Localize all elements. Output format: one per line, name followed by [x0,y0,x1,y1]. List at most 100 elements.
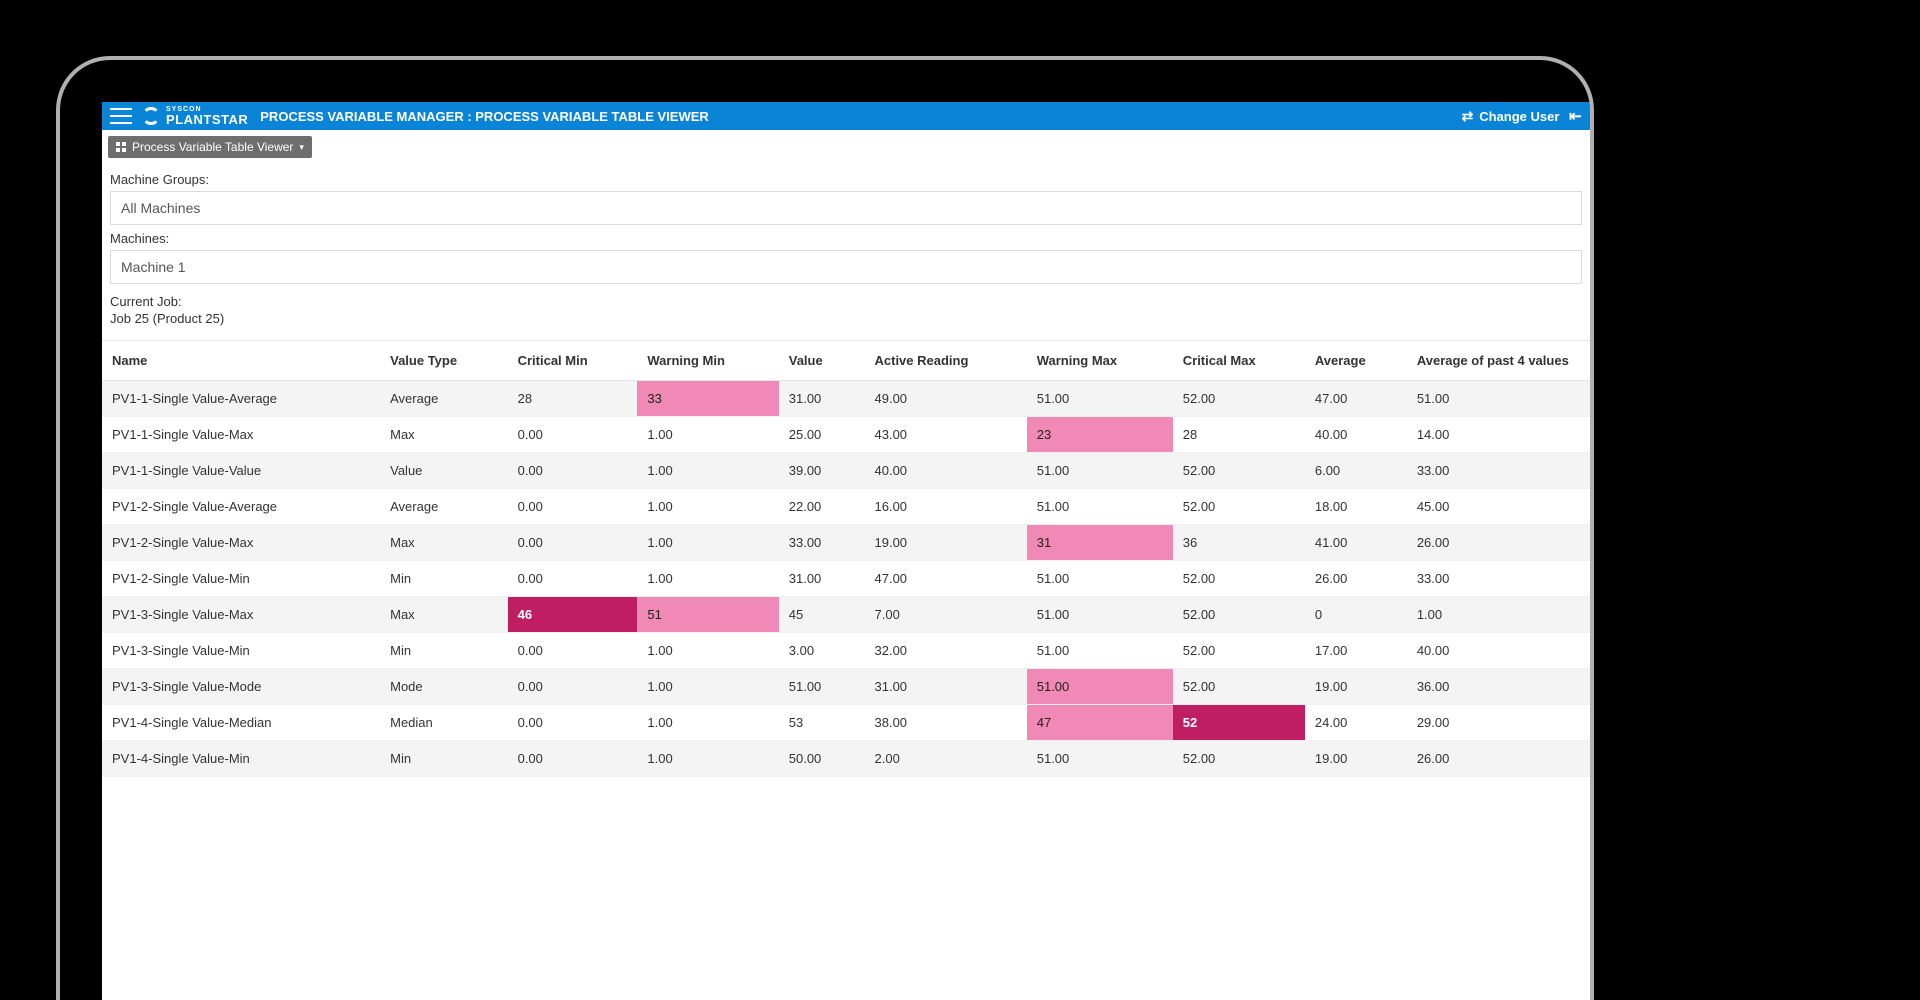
chevron-down-icon: ▾ [299,142,304,153]
cell: 47.00 [865,561,1027,597]
cell: 0.00 [508,453,638,489]
cell: Min [380,741,507,777]
cell: 41.00 [1305,525,1407,561]
cell: 25.00 [779,417,865,453]
filters: Machine Groups: All Machines Machines: M… [102,162,1590,332]
cell: 51.00 [1027,561,1173,597]
table-body: PV1-1-Single Value-AverageAverage283331.… [102,381,1590,777]
cell: 33.00 [779,525,865,561]
cell: 33.00 [1407,561,1590,597]
col-0[interactable]: Name [102,341,380,381]
cell: 1.00 [637,705,778,741]
cell: 33 [637,381,778,417]
cell: PV1-1-Single Value-Value [102,453,380,489]
cell: 52.00 [1173,741,1305,777]
view-selector[interactable]: Process Variable Table Viewer ▾ [108,136,312,158]
cell: PV1-4-Single Value-Median [102,705,380,741]
table-row: PV1-1-Single Value-MaxMax0.001.0025.0043… [102,417,1590,453]
cell: 14.00 [1407,417,1590,453]
table-row: PV1-2-Single Value-MinMin0.001.0031.0047… [102,561,1590,597]
cell: 40.00 [1407,633,1590,669]
sign-out-icon[interactable] [1569,107,1582,125]
cell: 0.00 [508,633,638,669]
cell: 32.00 [865,633,1027,669]
col-8[interactable]: Average [1305,341,1407,381]
cell: 51.00 [1027,741,1173,777]
col-2[interactable]: Critical Min [508,341,638,381]
change-user-label: Change User [1479,109,1559,124]
cell: 45 [779,597,865,633]
table-head: NameValue TypeCritical MinWarning MinVal… [102,341,1590,381]
cell: 45.00 [1407,489,1590,525]
cell: PV1-1-Single Value-Average [102,381,380,417]
cell: PV1-3-Single Value-Min [102,633,380,669]
cell: 1.00 [1407,597,1590,633]
cell: 26.00 [1407,525,1590,561]
cell: 52.00 [1173,489,1305,525]
cell: 3.00 [779,633,865,669]
machines-label: Machines: [110,231,1582,246]
cell: 47 [1027,705,1173,741]
cell: 17.00 [1305,633,1407,669]
cell: PV1-2-Single Value-Average [102,489,380,525]
cell: 0.00 [508,417,638,453]
cell: 31.00 [779,381,865,417]
change-user-button[interactable]: Change User [1461,108,1559,125]
col-5[interactable]: Active Reading [865,341,1027,381]
col-1[interactable]: Value Type [380,341,507,381]
cell: PV1-3-Single Value-Max [102,597,380,633]
col-4[interactable]: Value [779,341,865,381]
cell: 31.00 [779,561,865,597]
menu-icon[interactable] [110,108,132,124]
col-6[interactable]: Warning Max [1027,341,1173,381]
cell: 52.00 [1173,669,1305,705]
machine-groups-select[interactable]: All Machines [110,191,1582,225]
cell: Min [380,633,507,669]
table-row: PV1-2-Single Value-AverageAverage0.001.0… [102,489,1590,525]
grid-icon [116,142,126,152]
cell: 51.00 [779,669,865,705]
cell: 52.00 [1173,381,1305,417]
machines-select[interactable]: Machine 1 [110,250,1582,284]
cell: 39.00 [779,453,865,489]
cell: 0.00 [508,489,638,525]
cell: 1.00 [637,741,778,777]
cell: 52.00 [1173,561,1305,597]
app-window: SYSCON PLANTSTAR PROCESS VARIABLE MANAGE… [102,102,1590,1000]
cell: 6.00 [1305,453,1407,489]
table-row: PV1-3-Single Value-MaxMax4651457.0051.00… [102,597,1590,633]
current-job-label: Current Job: [110,294,1582,309]
table-row: PV1-3-Single Value-ModeMode0.001.0051.00… [102,669,1590,705]
cell: 51.00 [1027,453,1173,489]
cell: 46 [508,597,638,633]
cell: 7.00 [865,597,1027,633]
current-job-value: Job 25 (Product 25) [110,311,1582,326]
cell: PV1-4-Single Value-Min [102,741,380,777]
cell: PV1-2-Single Value-Max [102,525,380,561]
cell: Average [380,489,507,525]
cell: Median [380,705,507,741]
cell: 19.00 [1305,669,1407,705]
cell: 1.00 [637,489,778,525]
data-table: NameValue TypeCritical MinWarning MinVal… [102,341,1590,777]
top-bar: SYSCON PLANTSTAR PROCESS VARIABLE MANAGE… [102,102,1590,130]
cell: 1.00 [637,417,778,453]
col-9[interactable]: Average of past 4 values [1407,341,1590,381]
cell: 0.00 [508,741,638,777]
cell: 24.00 [1305,705,1407,741]
cell: 31.00 [865,669,1027,705]
cell: 26.00 [1305,561,1407,597]
cell: 51 [637,597,778,633]
cell: PV1-2-Single Value-Min [102,561,380,597]
cell: Min [380,561,507,597]
cell: 51.00 [1027,381,1173,417]
logo-ring-icon [142,107,160,125]
col-7[interactable]: Critical Max [1173,341,1305,381]
cell: 36 [1173,525,1305,561]
cell: 28 [1173,417,1305,453]
cell: 1.00 [637,633,778,669]
cell: 29.00 [1407,705,1590,741]
col-3[interactable]: Warning Min [637,341,778,381]
view-selector-label: Process Variable Table Viewer [132,140,293,154]
cell: 52 [1173,705,1305,741]
